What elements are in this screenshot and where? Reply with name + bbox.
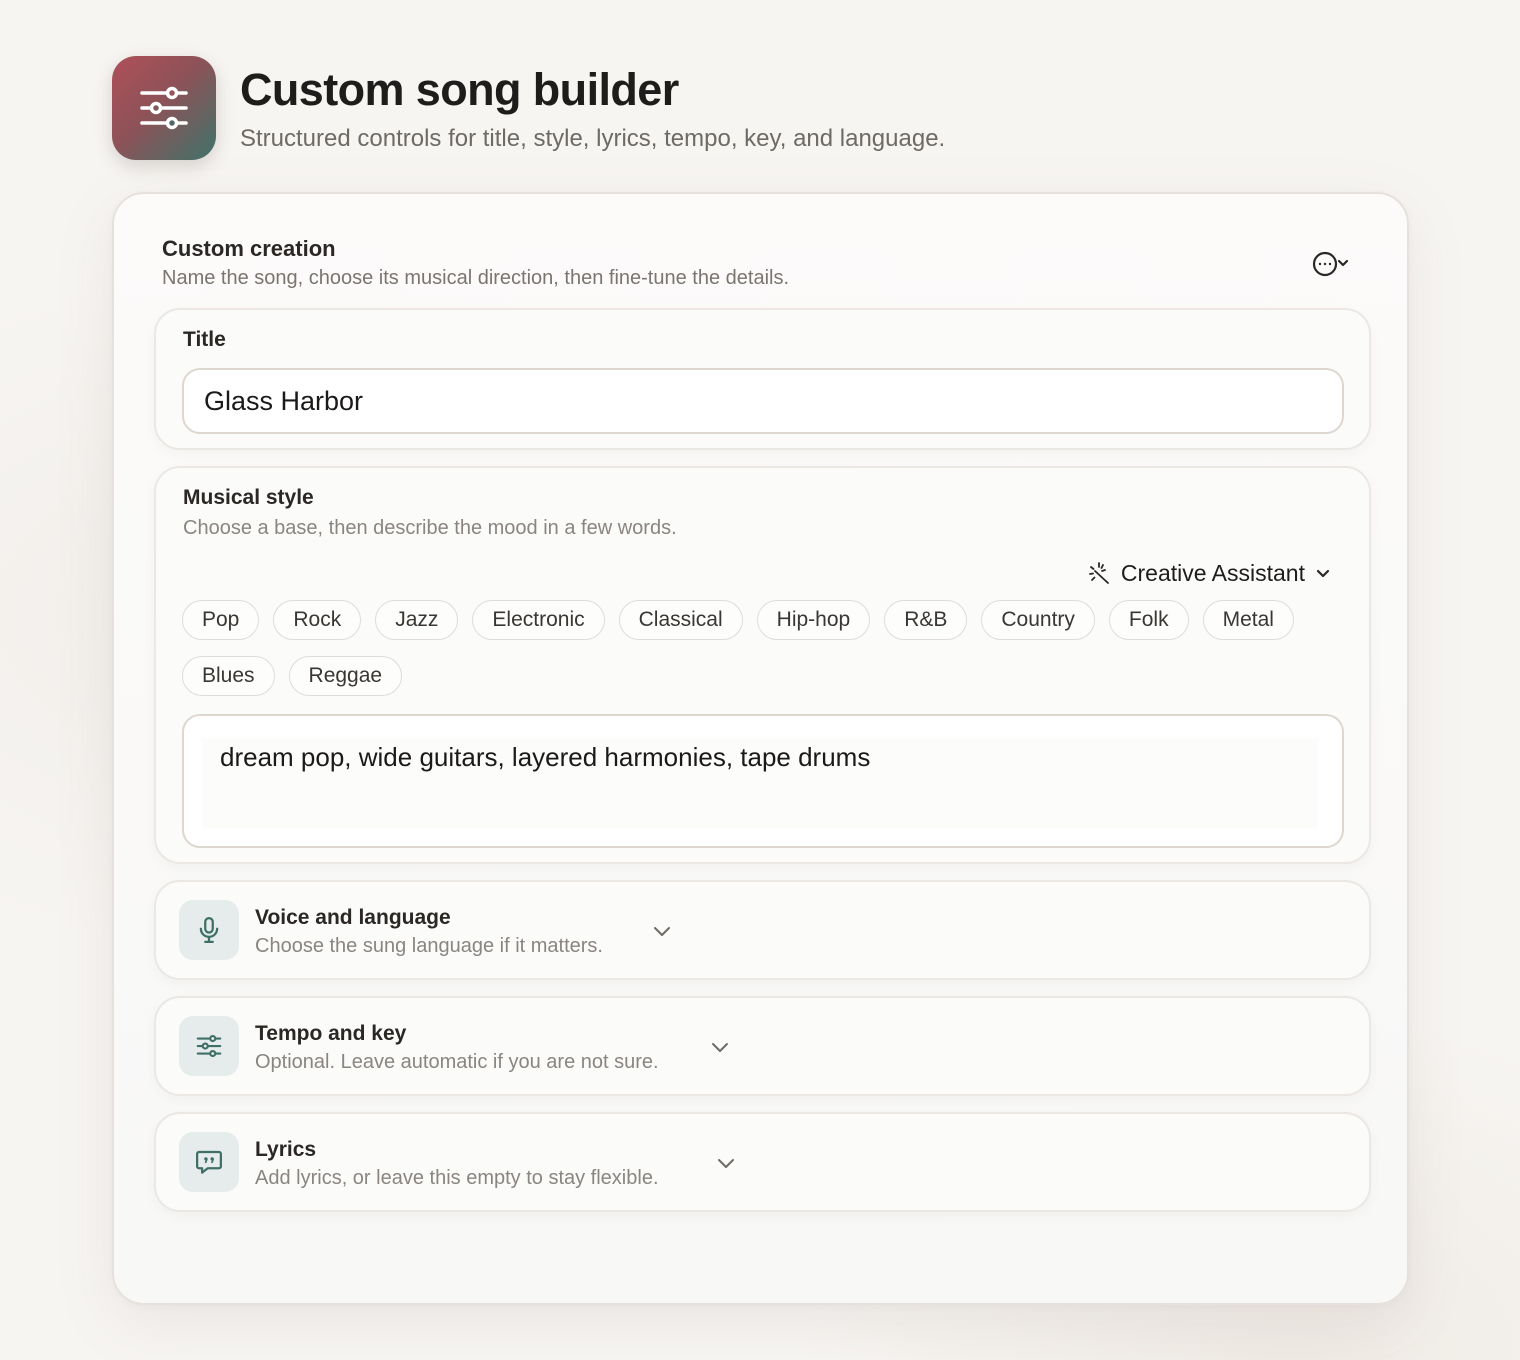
page-subtitle: Structured controls for title, style, ly… [240,125,946,152]
chevron-down-icon [712,1043,728,1052]
lyrics-section[interactable]: Lyrics Add lyrics, or leave this empty t… [154,1112,1371,1212]
chevron-down-icon [1316,569,1330,578]
voice-icon-tile [179,900,239,960]
lyrics-description: Add lyrics, or leave this empty to stay … [255,1167,659,1189]
voice-language-description: Choose the sung language if it matters. [255,935,603,957]
voice-language-chevron[interactable] [651,920,673,942]
tempo-key-description: Optional. Leave automatic if you are not… [255,1051,659,1073]
musical-style-label: Musical style [183,486,314,509]
genre-chip-metal[interactable]: Metal [1202,600,1294,640]
page-title: Custom song builder [240,64,679,115]
genre-chip-pop[interactable]: Pop [182,600,260,640]
sliders-icon [196,1034,222,1058]
genre-chip-electronic[interactable]: Electronic [472,600,605,640]
more-options-icon [1312,251,1349,277]
musical-style-panel: Musical style Choose a base, then descri… [154,466,1371,864]
style-description-field: dream pop, wide guitars, layered harmoni… [182,714,1344,848]
creative-assistant-label: Creative Assistant [1120,559,1305,586]
tempo-key-section[interactable]: Tempo and key Optional. Leave automatic … [154,996,1371,1096]
style-description-input[interactable]: dream pop, wide guitars, layered harmoni… [202,738,1318,828]
voice-language-title: Voice and language [255,906,451,929]
genre-chip-blues[interactable]: Blues [182,656,275,696]
card-title: Custom creation [162,236,336,261]
custom-creation-card: Custom creation Name the song, choose it… [112,192,1409,1305]
tempo-key-title: Tempo and key [255,1022,407,1045]
sliders-icon [140,86,188,130]
tempo-icon-tile [179,1016,239,1076]
chevron-down-icon [718,1159,734,1168]
genre-chip-list: Pop Rock Jazz Electronic Classical Hip-h… [182,600,1352,696]
genre-chip-reggae[interactable]: Reggae [288,656,403,696]
genre-chip-rnb[interactable]: R&B [884,600,968,640]
genre-chip-rock[interactable]: Rock [273,600,362,640]
creative-assistant-button[interactable]: Creative Assistant [1087,556,1331,590]
title-input[interactable] [182,368,1344,434]
voice-language-section[interactable]: Voice and language Choose the sung langu… [154,880,1371,980]
chevron-down-icon [654,927,670,936]
title-panel: Title [154,308,1371,450]
microphone-icon [199,917,219,943]
quote-bubble-icon [196,1150,222,1174]
genre-chip-classical[interactable]: Classical [618,600,743,640]
musical-style-hint: Choose a base, then describe the mood in… [183,517,677,539]
genre-chip-folk[interactable]: Folk [1108,600,1189,640]
more-options-button[interactable] [1308,246,1354,282]
card-subtitle: Name the song, choose its musical direct… [162,267,790,289]
magic-wand-icon [1089,562,1109,584]
tempo-key-chevron[interactable] [709,1036,731,1058]
title-label: Title [183,328,226,351]
genre-chip-jazz[interactable]: Jazz [375,600,459,640]
app-logo [112,56,216,160]
genre-chip-hip-hop[interactable]: Hip-hop [756,600,871,640]
genre-chip-country[interactable]: Country [981,600,1095,640]
lyrics-chevron[interactable] [715,1152,737,1174]
lyrics-title: Lyrics [255,1138,317,1161]
lyrics-icon-tile [179,1132,239,1192]
